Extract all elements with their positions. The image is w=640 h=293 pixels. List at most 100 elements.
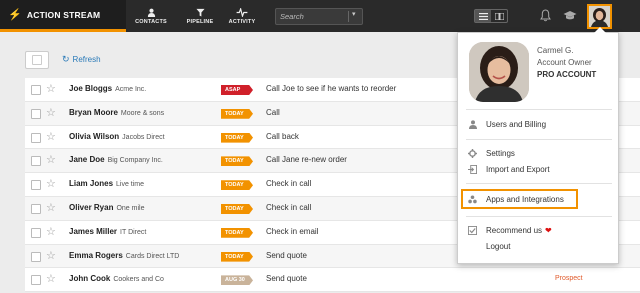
- company-name: Cookers and Co: [113, 276, 164, 284]
- select-all-checkbox[interactable]: [32, 55, 42, 65]
- contact-name[interactable]: Olivia Wilson Jacobs Direct: [69, 132, 165, 141]
- row-checkbox[interactable]: [31, 251, 41, 262]
- menu-import-export-label: Import and Export: [486, 164, 550, 174]
- profile-avatar: [469, 42, 529, 102]
- contact-name-label: Joe Bloggs: [69, 84, 113, 93]
- contact-name[interactable]: Jane Doe Big Company Inc.: [69, 155, 163, 164]
- search-divider: [348, 11, 349, 22]
- nav-contacts-label: CONTACTS: [135, 18, 167, 25]
- pulse-icon: [236, 7, 248, 17]
- star-icon[interactable]: ☆: [46, 153, 56, 166]
- task-title[interactable]: Call Jane re-new order: [266, 155, 347, 164]
- menu-import-export[interactable]: Import and Export: [466, 161, 612, 177]
- top-bar: ⚡ ACTION STREAM CONTACTS PIPELINE ACTIVI…: [0, 0, 640, 32]
- list-icon: [478, 12, 488, 20]
- bell-icon[interactable]: [540, 9, 551, 22]
- row-checkbox[interactable]: [31, 108, 41, 119]
- task-title[interactable]: Check in call: [266, 179, 311, 188]
- chevron-down-icon[interactable]: ▾: [352, 10, 356, 18]
- star-icon[interactable]: ☆: [46, 82, 56, 95]
- menu-recommend[interactable]: Recommend us ❤: [466, 222, 612, 238]
- company-name: Cards Direct LTD: [125, 252, 180, 260]
- star-icon[interactable]: ☆: [46, 106, 56, 119]
- company-name: Big Company Inc.: [107, 157, 163, 165]
- task-title[interactable]: Check in call: [266, 203, 311, 212]
- contact-name[interactable]: Liam Jones Live time: [69, 179, 144, 188]
- due-badge: TODAY: [221, 251, 253, 262]
- brand-label: ACTION STREAM: [26, 9, 101, 20]
- contact-name[interactable]: Bryan Moore Moore & sons: [69, 108, 164, 117]
- row-checkbox[interactable]: [31, 275, 41, 286]
- contact-name[interactable]: Oliver Ryan One mile: [69, 203, 144, 212]
- profile-photo: [469, 42, 529, 102]
- task-title[interactable]: Check in email: [266, 227, 318, 236]
- star-icon[interactable]: ☆: [46, 225, 56, 238]
- row-checkbox[interactable]: [31, 203, 41, 214]
- due-badge: TODAY: [221, 108, 253, 119]
- due-badge: TODAY: [221, 132, 253, 143]
- nav-activity[interactable]: ACTIVITY: [224, 0, 260, 32]
- nav-contacts[interactable]: CONTACTS: [131, 0, 171, 32]
- row-checkbox[interactable]: [31, 180, 41, 191]
- contact-name[interactable]: John Cook Cookers and Co: [69, 274, 164, 283]
- task-title[interactable]: Call Joe to see if he wants to reorder: [266, 84, 396, 93]
- contact-name[interactable]: Joe Bloggs Acme Inc.: [69, 84, 146, 93]
- contact-name[interactable]: Emma Rogers Cards Direct LTD: [69, 251, 179, 260]
- contact-name-label: John Cook: [69, 274, 111, 284]
- nav-pipeline-label: PIPELINE: [186, 18, 214, 25]
- search-box: ▾: [275, 8, 363, 25]
- contact-name-label: Liam Jones: [69, 179, 114, 189]
- contact-name-label: Jane Doe: [69, 155, 105, 165]
- profile-plan: PRO ACCOUNT: [537, 70, 597, 79]
- nav-pipeline[interactable]: PIPELINE: [180, 0, 220, 32]
- menu-users-billing[interactable]: Users and Billing: [466, 116, 612, 132]
- menu-divider: [466, 183, 612, 184]
- import-icon: [467, 164, 478, 174]
- apps-icon: [467, 194, 478, 204]
- menu-settings[interactable]: Settings: [466, 145, 612, 161]
- select-all[interactable]: [25, 51, 49, 69]
- task-title[interactable]: Send quote: [266, 274, 307, 283]
- contact-name-label: Emma Rogers: [69, 250, 123, 260]
- menu-recommend-label: Recommend us: [486, 225, 543, 235]
- avatar: [589, 6, 610, 27]
- search-input[interactable]: [280, 9, 346, 24]
- menu-apps-integrations-label: Apps and Integrations: [486, 194, 564, 204]
- heart-icon: ❤: [545, 225, 552, 235]
- row-checkbox[interactable]: [31, 156, 41, 167]
- checkbox-icon: [467, 225, 478, 235]
- menu-users-billing-label: Users and Billing: [486, 119, 547, 129]
- nav-action-stream[interactable]: ⚡ ACTION STREAM: [0, 0, 126, 32]
- star-icon[interactable]: ☆: [46, 177, 56, 190]
- star-icon[interactable]: ☆: [46, 130, 56, 143]
- task-title[interactable]: Send quote: [266, 251, 307, 260]
- star-icon[interactable]: ☆: [46, 249, 56, 262]
- star-icon[interactable]: ☆: [46, 201, 56, 214]
- due-badge: TODAY: [221, 156, 253, 167]
- refresh-button[interactable]: ↻ Refresh: [62, 54, 101, 65]
- menu-logout[interactable]: Logout: [466, 238, 612, 254]
- company-name: Moore & sons: [120, 109, 165, 117]
- contact-name[interactable]: James Miller IT Direct: [69, 227, 146, 236]
- graduation-cap-icon[interactable]: [563, 10, 577, 21]
- grid-view-button[interactable]: [491, 10, 507, 22]
- view-toggle: [474, 9, 508, 23]
- avatar-button[interactable]: [587, 4, 612, 29]
- menu-divider: [466, 139, 612, 140]
- row-checkbox[interactable]: [31, 227, 41, 238]
- due-badge: TODAY: [221, 203, 253, 214]
- lightning-icon: ⚡: [8, 9, 22, 21]
- contact-name-label: Olivia Wilson: [69, 131, 120, 141]
- star-icon[interactable]: ☆: [46, 272, 56, 285]
- menu-apps-integrations[interactable]: Apps and Integrations: [461, 189, 578, 209]
- funnel-icon: [195, 8, 205, 17]
- row-checkbox[interactable]: [31, 85, 41, 95]
- task-title[interactable]: Call: [266, 108, 280, 117]
- task-title[interactable]: Call back: [266, 132, 299, 141]
- list-view-button[interactable]: [475, 10, 491, 22]
- row-checkbox[interactable]: [31, 132, 41, 143]
- refresh-icon: ↻: [62, 54, 70, 64]
- refresh-label: Refresh: [72, 55, 101, 64]
- table-row[interactable]: ☆ John Cook Cookers and Co AUG 30 Send quote…: [25, 268, 640, 293]
- profile-role: Account Owner: [537, 58, 592, 67]
